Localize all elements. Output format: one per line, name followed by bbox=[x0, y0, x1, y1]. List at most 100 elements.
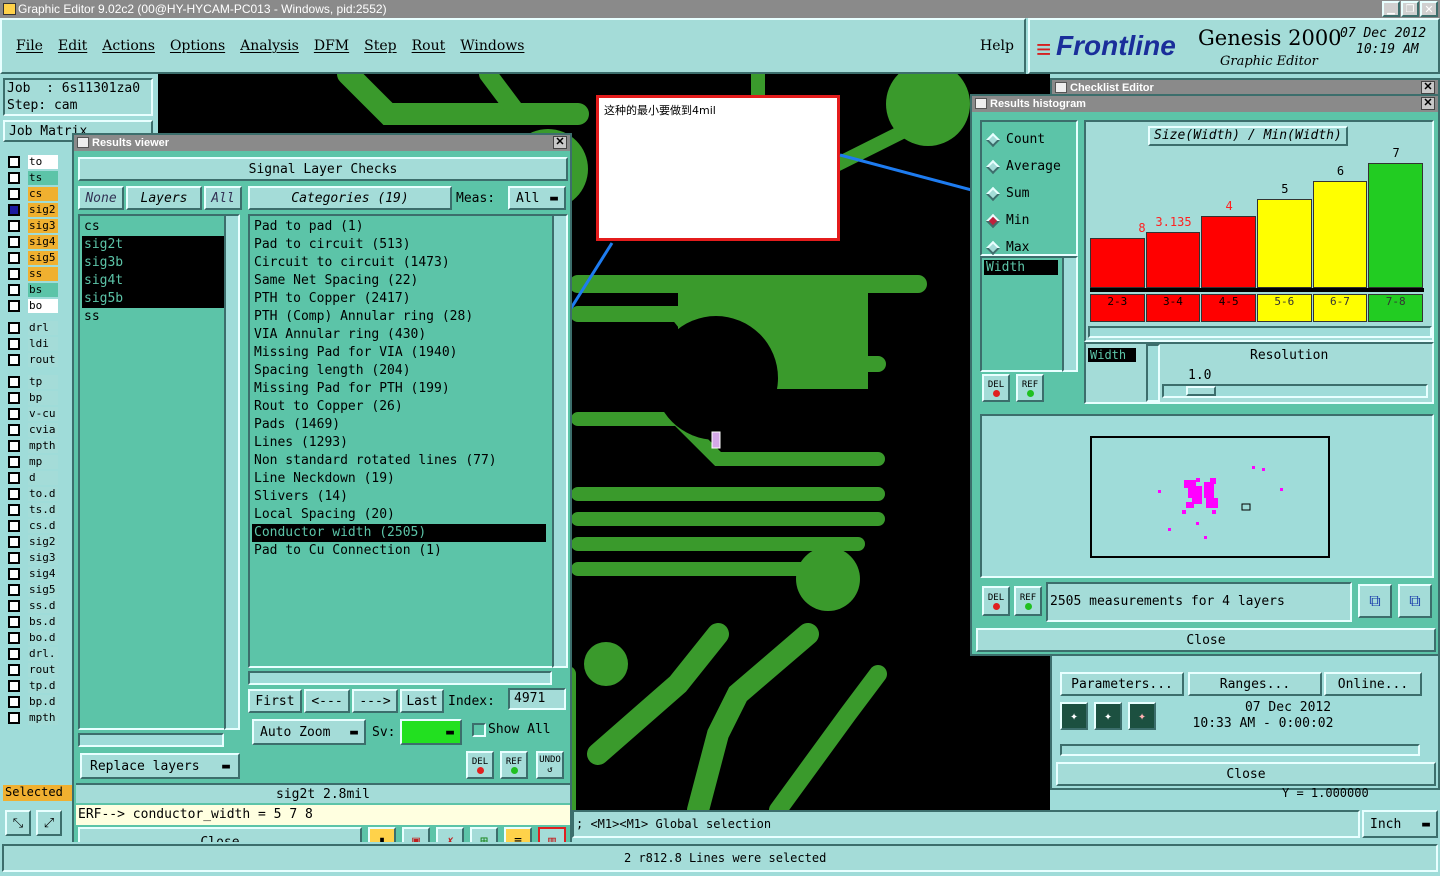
layer-name[interactable]: bp bbox=[28, 391, 58, 405]
layer-row[interactable]: ldi bbox=[8, 336, 58, 352]
ref-button[interactable]: REF bbox=[500, 751, 528, 779]
first-button[interactable]: First bbox=[248, 689, 302, 713]
category-item[interactable]: PTH (Comp) Annular ring (28) bbox=[252, 308, 546, 326]
layer-name[interactable]: to bbox=[28, 155, 58, 169]
layer-row[interactable]: to bbox=[8, 154, 58, 170]
result-layer-item[interactable]: ss bbox=[82, 308, 224, 326]
chart-hscrollbar[interactable] bbox=[1088, 326, 1432, 338]
layer-row[interactable]: bp bbox=[8, 390, 58, 406]
category-item[interactable]: Non standard rotated lines (77) bbox=[252, 452, 546, 470]
layer-name[interactable]: tp.d bbox=[28, 679, 58, 693]
category-item[interactable]: Conductor width (2505) bbox=[252, 524, 546, 542]
maximize-button[interactable]: ❐ bbox=[1401, 1, 1419, 17]
layer-name[interactable]: d bbox=[28, 471, 58, 485]
mode-average-radio[interactable]: Average bbox=[985, 153, 1076, 180]
category-item[interactable]: Pad to Cu Connection (1) bbox=[252, 542, 546, 560]
layer-name[interactable]: cvia bbox=[28, 423, 58, 437]
online-button[interactable]: Online... bbox=[1324, 672, 1422, 696]
category-item[interactable]: Missing Pad for VIA (1940) bbox=[252, 344, 546, 362]
layer-checkbox[interactable] bbox=[8, 322, 20, 334]
bin-label[interactable]: 5-6 bbox=[1257, 294, 1312, 322]
result-layer-item[interactable]: sig2t bbox=[82, 236, 224, 254]
layer-name[interactable]: ss bbox=[28, 267, 58, 281]
result-layer-item[interactable]: cs bbox=[82, 218, 224, 236]
menu-dfm[interactable]: DFM bbox=[314, 38, 349, 54]
hist-del-button[interactable]: DEL bbox=[982, 374, 1010, 402]
layer-checkbox[interactable] bbox=[8, 600, 20, 612]
radio-icon[interactable] bbox=[985, 186, 1001, 201]
layer-checkbox[interactable] bbox=[8, 584, 20, 596]
run-icon-1[interactable]: ✦ bbox=[1060, 702, 1088, 730]
attribute-scrollbar[interactable] bbox=[1062, 256, 1078, 372]
layer-name[interactable]: bs.d bbox=[28, 615, 58, 629]
layer-name[interactable]: sig4 bbox=[28, 567, 58, 581]
layer-checkbox[interactable] bbox=[8, 284, 20, 296]
layer-row[interactable]: bs.d bbox=[8, 614, 58, 630]
category-item[interactable]: Slivers (14) bbox=[252, 488, 546, 506]
menu-step[interactable]: Step bbox=[364, 38, 396, 54]
layer-row[interactable]: tp.d bbox=[8, 678, 58, 694]
layer-name[interactable]: bo bbox=[28, 299, 58, 313]
layer-checkbox[interactable] bbox=[8, 504, 20, 516]
layer-name[interactable]: mpth bbox=[28, 711, 58, 725]
layer-name[interactable]: tp bbox=[28, 375, 58, 389]
units-dropdown[interactable]: Inch ▬ bbox=[1362, 810, 1438, 838]
layer-name[interactable]: bo.d bbox=[28, 631, 58, 645]
layer-row[interactable]: ts.d bbox=[8, 502, 58, 518]
layer-hscrollbar[interactable] bbox=[78, 733, 224, 747]
menu-windows[interactable]: Windows bbox=[460, 38, 524, 54]
bin-label[interactable]: 7-8 bbox=[1368, 294, 1423, 322]
layer-checkbox[interactable] bbox=[8, 520, 20, 532]
histogram-bar[interactable] bbox=[1368, 162, 1423, 288]
attribute-width[interactable]: Width bbox=[984, 260, 1058, 275]
all-layers-button[interactable]: All bbox=[204, 186, 242, 210]
layer-name[interactable]: sig4 bbox=[28, 235, 58, 249]
category-list[interactable]: Pad to pad (1) Pad to circuit (513) Circui… bbox=[248, 214, 568, 668]
result-layer-list[interactable]: cs sig2t sig3b sig4t sig5b ss bbox=[78, 214, 240, 730]
layer-name[interactable]: ts bbox=[28, 171, 58, 185]
bin-label[interactable]: 3-4 bbox=[1145, 294, 1201, 322]
layer-name[interactable]: drl bbox=[28, 321, 58, 335]
parameters-button[interactable]: Parameters... bbox=[1060, 672, 1184, 696]
layer-checkbox[interactable] bbox=[8, 424, 20, 436]
close-window-button[interactable]: ✕ bbox=[1420, 1, 1438, 17]
layer-checkbox[interactable] bbox=[8, 392, 20, 404]
layer-row[interactable]: cs.d bbox=[8, 518, 58, 534]
layer-checkbox[interactable] bbox=[8, 236, 20, 248]
menu-help[interactable]: Help bbox=[980, 38, 1014, 54]
histogram-bar[interactable] bbox=[1257, 198, 1312, 288]
layer-name[interactable]: ldi bbox=[28, 337, 58, 351]
mode-sum-radio[interactable]: Sum bbox=[985, 180, 1076, 207]
result-layer-item[interactable]: sig5b bbox=[82, 290, 224, 308]
category-item[interactable]: Lines (1293) bbox=[252, 434, 546, 452]
category-item[interactable]: Pads (1469) bbox=[252, 416, 546, 434]
layer-checkbox[interactable] bbox=[8, 568, 20, 580]
resolution-slider-thumb[interactable] bbox=[1186, 386, 1216, 396]
layer-row[interactable]: tp bbox=[8, 374, 58, 390]
result-layer-item[interactable]: sig3b bbox=[82, 254, 224, 272]
mode-count-radio[interactable]: Count bbox=[985, 126, 1076, 153]
layer-row[interactable]: rout bbox=[8, 352, 58, 368]
layer-name[interactable]: bp.d bbox=[28, 695, 58, 709]
layer-name[interactable]: sig2 bbox=[28, 203, 58, 217]
layer-checkbox[interactable] bbox=[8, 664, 20, 676]
results-viewer-titlebar[interactable]: Results viewer ✕ bbox=[74, 135, 570, 151]
layer-name[interactable]: ss.d bbox=[28, 599, 58, 613]
layer-row[interactable]: mpth bbox=[8, 710, 58, 726]
undo-button[interactable]: UNDO ↺ bbox=[536, 751, 564, 779]
layer-name[interactable]: sig3 bbox=[28, 219, 58, 233]
histogram-bar[interactable] bbox=[1145, 231, 1201, 288]
layer-name[interactable]: v-cu bbox=[28, 407, 58, 421]
layer-row[interactable]: cs bbox=[8, 186, 58, 202]
layer-checkbox[interactable] bbox=[8, 338, 20, 350]
layer-row[interactable]: bo bbox=[8, 298, 58, 314]
layer-checkbox[interactable] bbox=[8, 440, 20, 452]
category-list-scrollbar[interactable] bbox=[552, 214, 568, 668]
run-icon-2[interactable]: ✦ bbox=[1094, 702, 1122, 730]
ranges-button[interactable]: Ranges... bbox=[1188, 672, 1322, 696]
layer-checkbox[interactable] bbox=[8, 680, 20, 692]
layer-list-scrollbar[interactable] bbox=[224, 214, 240, 730]
checklist-close-button[interactable]: Close bbox=[1056, 762, 1436, 786]
export-chart-icon[interactable]: ⧉ bbox=[1358, 584, 1392, 618]
layer-row[interactable]: rout bbox=[8, 662, 58, 678]
